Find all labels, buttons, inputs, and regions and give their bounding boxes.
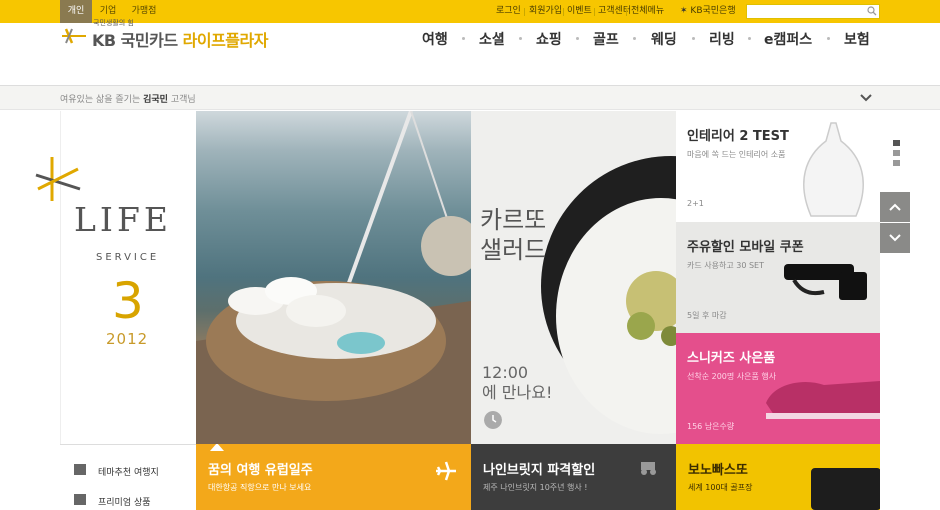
nav-wedding[interactable]: 웨딩	[651, 29, 677, 49]
hero-subtitle: SERVICE	[96, 252, 160, 263]
sneaker-icon	[766, 381, 880, 419]
pointer-triangle-icon	[210, 444, 224, 451]
bottom-tile-title: 나인브릿지 파격할인	[483, 463, 596, 478]
signup-link[interactable]: 회원가입	[529, 0, 562, 23]
nav-living[interactable]: 리빙	[709, 29, 735, 49]
page-indicator-3[interactable]	[893, 160, 900, 166]
kb-star-icon: ✶	[680, 6, 688, 16]
bottom-tile-subtitle: 제주 나인브릿지 10주년 행사 !	[483, 483, 588, 492]
menu-theme-travel[interactable]: 테마추천 여행지	[98, 465, 159, 478]
hero-month: 3	[112, 272, 144, 330]
menu-premium-products[interactable]: 프리미엄 상품	[98, 495, 151, 508]
tile-subtitle: 마음에 쏙 드는 인테리어 소품	[687, 150, 786, 159]
tile-subtitle: 카드 사용하고 30 SET	[687, 261, 764, 270]
nav-golf[interactable]: 골프	[593, 29, 619, 49]
right-rail	[880, 111, 940, 510]
scroll-down-button[interactable]	[880, 223, 910, 253]
logo-brand: KB 국민카드	[92, 31, 178, 50]
scroll-up-button[interactable]	[880, 192, 910, 222]
logo-product: 라이프플라자	[182, 31, 269, 50]
logo-text[interactable]: KB 국민카드 라이프플라자	[92, 27, 268, 51]
tile-subtitle: 선착순 200명 사은품 행사	[687, 372, 777, 381]
bottom-tile-bonopasto[interactable]: 보노빠스또 세계 100대 골프장	[676, 444, 880, 510]
suitcase-icon	[74, 464, 86, 475]
daybed-illustration	[196, 111, 471, 444]
salad-title-line2: 샐러드	[480, 236, 547, 264]
hero-year: 2012	[106, 330, 149, 348]
tile-footer: 5일 후 마감	[687, 311, 727, 320]
nav-shopping[interactable]: 쇼핑	[536, 29, 562, 49]
kb-logo-icon[interactable]	[60, 28, 88, 44]
bottom-tile-ninebridge[interactable]: 나인브릿지 파격할인 제주 나인브릿지 10주년 행사 !	[471, 444, 676, 510]
salad-time-sub: 에 만나요!	[482, 383, 553, 402]
vase-icon	[803, 122, 864, 217]
kb-bank-label: KB국민은행	[690, 6, 736, 16]
airplane-icon	[436, 461, 456, 481]
login-link[interactable]: 로그인	[496, 0, 521, 23]
gift-icon	[74, 494, 86, 505]
bottom-tile-title: 꿈의 여행 유럽일주	[208, 463, 313, 478]
search-icon[interactable]	[867, 6, 877, 16]
promo-tile-sneakers[interactable]: 스니커즈 사은품 선착순 200명 사은품 행사 156 남은수량	[676, 333, 880, 444]
fuel-nozzle-icon	[784, 264, 867, 300]
chevron-down-icon[interactable]	[860, 93, 872, 103]
salad-title-line1: 카르또	[480, 206, 547, 234]
salad-time: 12:00	[482, 363, 529, 382]
golf-bag-image	[811, 468, 880, 510]
chevron-down-icon	[889, 234, 901, 242]
tile-title: 주유할인 모바일 쿠폰	[687, 240, 804, 255]
all-menu-link[interactable]: 전체메뉴	[631, 0, 664, 23]
bottom-tile-title: 보노빠스또	[688, 463, 748, 478]
greeting-text: 여유있는 삶을 즐기는 김국민 고객님	[60, 92, 196, 105]
salad-title: 카르또 샐러드	[480, 205, 546, 265]
greeting-bar: 여유있는 삶을 즐기는 김국민 고객님	[0, 85, 940, 110]
clock-icon	[484, 411, 502, 429]
bottom-tile-subtitle: 세계 100대 골프장	[688, 483, 753, 492]
page-indicator-2[interactable]	[893, 150, 900, 156]
cross-mark-icon	[35, 157, 81, 201]
event-link[interactable]: 이벤트	[567, 0, 592, 23]
nav-ecampus[interactable]: e캠퍼스	[764, 29, 812, 49]
search-input[interactable]	[746, 4, 880, 19]
page-indicator-1[interactable]	[893, 140, 900, 146]
golf-cart-icon	[641, 462, 656, 475]
greeting-suffix: 고객님	[170, 95, 196, 105]
promo-tile-interior[interactable]: 인테리어 2 TEST 마음에 쏙 드는 인테리어 소품 2+1	[676, 111, 880, 222]
promo-tile-fuel-coupon[interactable]: 주유할인 모바일 쿠폰 카드 사용하고 30 SET 5일 후 마감	[676, 222, 880, 333]
bottom-tile-europe-trip[interactable]: 꿈의 여행 유럽일주 대한항공 직항으로 만나 보세요	[196, 444, 471, 510]
resort-deck-photo[interactable]	[196, 111, 471, 444]
tile-title: 스니커즈 사은품	[687, 351, 776, 366]
nav-social[interactable]: 소셜	[479, 29, 505, 49]
nav-travel[interactable]: 여행	[422, 29, 448, 49]
customer-name: 김국민	[143, 95, 168, 105]
tile-title: 인테리어 2 TEST	[687, 129, 789, 144]
chevron-up-icon	[889, 203, 901, 211]
tile-footer: 2+1	[687, 199, 704, 208]
bottom-tile-subtitle: 대한항공 직항으로 만나 보세요	[208, 483, 312, 492]
hero-title: LIFE	[74, 200, 172, 239]
tile-footer: 156 남은수량	[687, 422, 735, 431]
tab-personal[interactable]: 개인	[60, 0, 92, 23]
salad-time-block: 12:00 에 만나요!	[482, 363, 552, 403]
greeting-prefix: 여유있는 삶을 즐기는	[60, 95, 141, 105]
nav-insurance[interactable]: 보험	[844, 29, 870, 49]
kb-bank-link[interactable]: ✶ KB국민은행	[680, 0, 736, 23]
